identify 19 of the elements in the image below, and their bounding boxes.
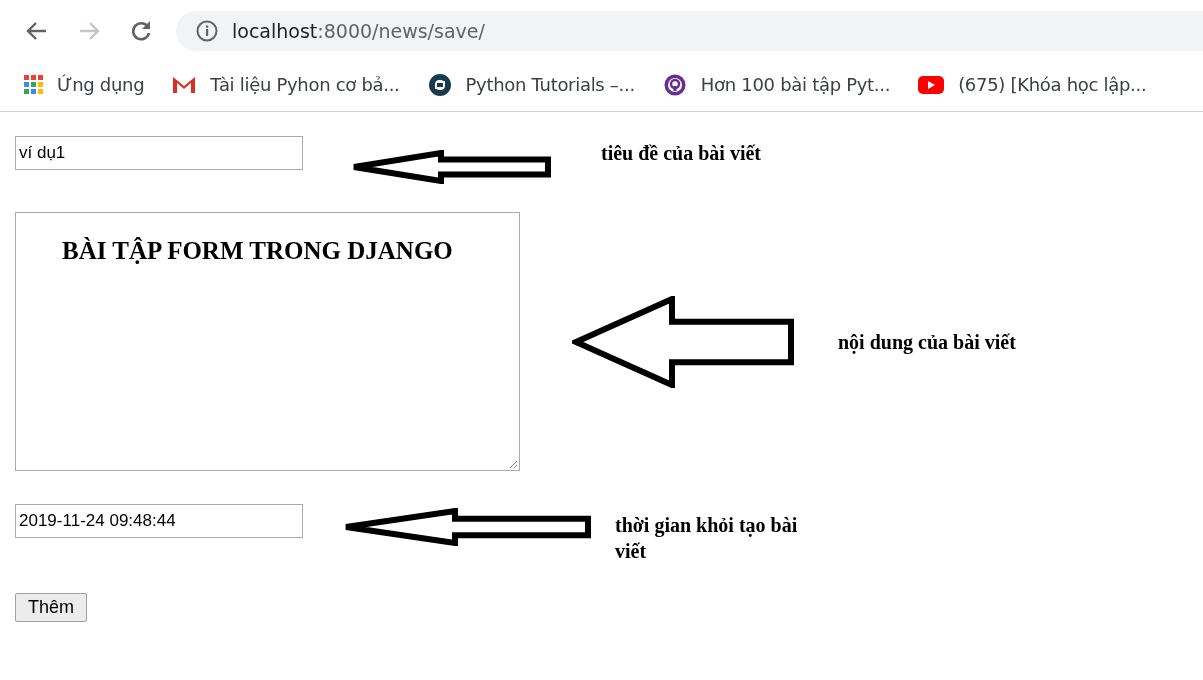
submit-button[interactable]: Thêm bbox=[15, 593, 87, 622]
bookmark[interactable]: Python Tutorials –... bbox=[427, 72, 635, 97]
resize-grip-icon bbox=[508, 459, 518, 469]
bookmark[interactable]: (675) [Khóa học lập... bbox=[918, 74, 1147, 95]
annotation-text: thời gian khỏi tạo bài viết bbox=[615, 513, 799, 564]
play-icon bbox=[918, 75, 945, 94]
apps-grid-icon bbox=[24, 75, 43, 94]
bookmark[interactable]: Hơn 100 bài tập Pyt... bbox=[662, 72, 891, 97]
bookmark[interactable]: Tài liệu Pyhon cơ bả... bbox=[172, 74, 400, 95]
input-field[interactable]: ví dụ1 bbox=[15, 136, 303, 170]
info-icon bbox=[196, 20, 218, 42]
bookmark[interactable]: Ứng dụng bbox=[24, 74, 145, 95]
ring-icon bbox=[662, 72, 687, 97]
mail-icon bbox=[172, 75, 197, 94]
input-field[interactable]: 2019-11-24 09:48:44 bbox=[15, 504, 303, 538]
text-area[interactable]: BÀI TẬP FORM TRONG DJANGO bbox=[15, 212, 520, 471]
annotation-text: nội dung của bài viết bbox=[838, 329, 1017, 355]
annotation-text: tiêu đề của bài viết bbox=[601, 141, 762, 166]
address-field[interactable]: localhost:8000/news/save/ bbox=[232, 20, 485, 42]
